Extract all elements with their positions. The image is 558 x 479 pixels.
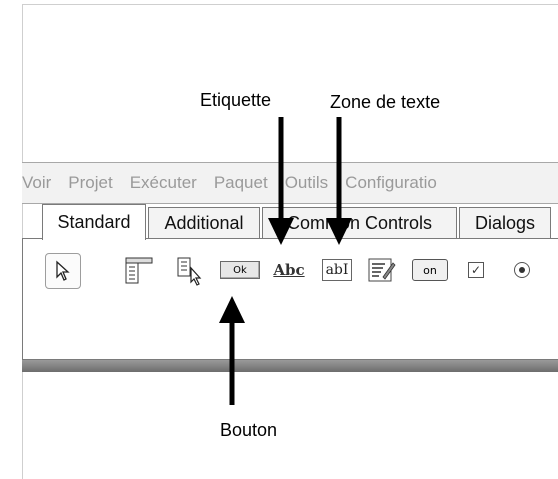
memo-icon [368,258,396,282]
annotation-zone-de-texte: Zone de texte [330,92,441,112]
component-palette: Ok Abc abI on ✓ [22,238,558,360]
edit-text-icon: abI [321,259,353,281]
menu-configuration[interactable]: Configuratio [345,173,437,193]
label-abc-icon: Abc [273,261,305,279]
tab-common-controls[interactable]: Common Controls [262,207,457,238]
popup-menu-icon [177,257,202,286]
annotation-bouton: Bouton [220,420,278,440]
ttogglebox-tool[interactable]: on [411,253,449,287]
main-menu-icon [125,257,153,284]
tradiobutton-tool[interactable] [507,253,537,287]
tab-dialogs[interactable]: Dialogs [459,207,551,238]
component-palette-tabs: Standard Additional Common Controls Dial… [22,204,558,240]
tbutton-tool[interactable]: Ok [219,253,261,287]
menu-paquet[interactable]: Paquet [214,173,268,193]
cursor-arrow-icon [56,260,70,281]
radio-button-icon [514,262,530,278]
menu-outils[interactable]: Outils [285,173,328,193]
ok-button-icon: Ok [220,261,260,279]
toggle-on-icon: on [412,259,448,281]
palette-scrollbar[interactable] [22,360,558,372]
pointer-tool[interactable] [45,253,81,289]
tlabel-tool[interactable]: Abc [269,253,309,287]
image-frame-top [22,4,558,5]
menu-projet[interactable]: Projet [68,173,112,193]
ide-window: Voir Projet Exécuter Paquet Outils Confi… [22,162,558,376]
tab-standard[interactable]: Standard [42,204,146,240]
annotation-etiquette: Etiquette [200,90,272,110]
menu-voir[interactable]: Voir [22,173,51,193]
menu-executer[interactable]: Exécuter [130,173,197,193]
checkbox-icon: ✓ [468,262,484,278]
popup-menu-tool[interactable] [171,253,211,287]
main-menu-tool[interactable] [119,253,159,287]
tedit-tool[interactable]: abI [317,253,357,287]
tmemo-tool[interactable] [365,253,399,287]
menu-bar: Voir Projet Exécuter Paquet Outils Confi… [22,162,558,204]
tab-additional[interactable]: Additional [148,207,260,238]
tcheckbox-tool[interactable]: ✓ [461,253,491,287]
